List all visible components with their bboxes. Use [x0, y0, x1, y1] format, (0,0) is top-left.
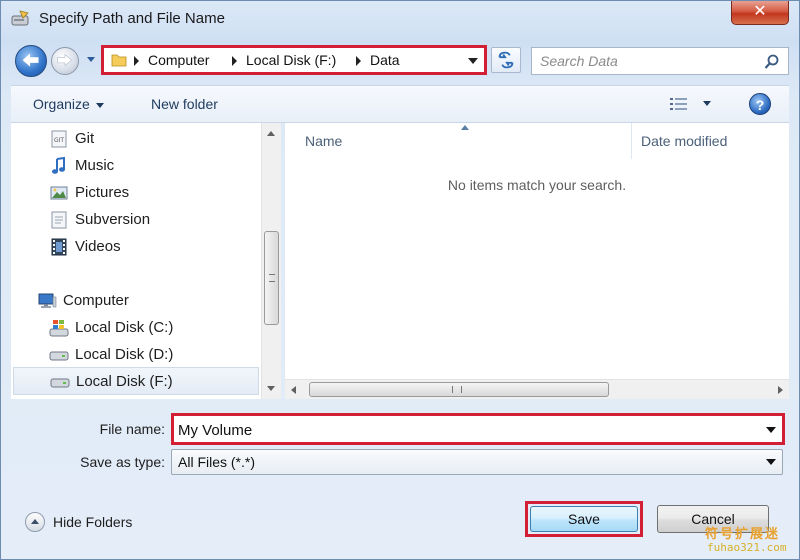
- windows-drive-icon: [49, 320, 69, 337]
- scroll-down-icon[interactable]: [267, 386, 275, 391]
- nav-item-label: Local Disk (D:): [75, 346, 174, 363]
- breadcrumb-separator-icon[interactable]: [232, 56, 237, 66]
- window-title: Specify Path and File Name: [39, 10, 225, 27]
- column-header-label: Date modified: [641, 133, 728, 149]
- save-button[interactable]: Save: [530, 506, 638, 532]
- refresh-icon: [498, 51, 514, 69]
- file-name-combobox[interactable]: [171, 413, 785, 445]
- chevron-down-icon[interactable]: [766, 427, 776, 433]
- nav-item-computer[interactable]: Computer: [37, 289, 247, 313]
- nav-item-label: Local Disk (C:): [75, 319, 174, 336]
- save-dialog-window: Specify Path and File Name ✕ Computer Lo…: [0, 0, 800, 560]
- command-toolbar: Organize New folder ?: [11, 85, 789, 123]
- search-input[interactable]: [540, 52, 760, 70]
- chevron-down-icon[interactable]: [766, 459, 776, 465]
- file-name-input[interactable]: [178, 420, 758, 440]
- breadcrumb-separator-icon[interactable]: [356, 56, 361, 66]
- search-icon[interactable]: [764, 54, 780, 70]
- recent-pages-dropdown-icon[interactable]: [85, 53, 97, 65]
- change-view-icon[interactable]: [669, 96, 689, 112]
- nav-item-label: Computer: [63, 292, 129, 309]
- close-button[interactable]: ✕: [731, 1, 789, 25]
- nav-item-git[interactable]: GIT Git: [49, 127, 249, 151]
- music-icon: [52, 156, 65, 174]
- scrollbar-thumb[interactable]: [309, 382, 609, 397]
- breadcrumb-separator-icon[interactable]: [134, 56, 139, 66]
- scroll-left-icon[interactable]: [291, 386, 296, 394]
- grip-icon: [452, 386, 462, 393]
- file-name-label: File name:: [99, 421, 165, 437]
- git-icon: GIT: [51, 130, 67, 148]
- breadcrumb-local-disk-f[interactable]: Local Disk (F:): [246, 52, 336, 68]
- nav-pane-vertical-scrollbar[interactable]: [261, 123, 281, 399]
- nav-item-local-disk-f[interactable]: Local Disk (F:): [13, 367, 259, 395]
- nav-item-label: Music: [75, 157, 115, 174]
- refresh-button[interactable]: [491, 47, 521, 73]
- nav-item-label: Videos: [75, 238, 121, 255]
- drive-icon: [50, 378, 70, 388]
- hide-folders-label: Hide Folders: [53, 514, 133, 530]
- save-button-highlight: Save: [525, 501, 643, 537]
- watermark-text-cn: 符号扩展迷: [705, 526, 781, 541]
- breadcrumb-computer[interactable]: Computer: [148, 52, 209, 68]
- sort-ascending-icon: [461, 125, 469, 130]
- nav-item-videos[interactable]: Videos: [49, 235, 249, 259]
- nav-item-subversion[interactable]: Subversion: [49, 208, 249, 232]
- forward-button[interactable]: [51, 47, 79, 75]
- grip-icon: [269, 274, 275, 282]
- column-header-label: Name: [305, 133, 343, 149]
- file-list-horizontal-scrollbar[interactable]: [285, 379, 789, 399]
- nav-item-label: Subversion: [75, 211, 151, 228]
- save-as-type-label: Save as type:: [80, 454, 165, 470]
- breadcrumb-data[interactable]: Data: [370, 52, 400, 68]
- pictures-icon: [50, 186, 68, 200]
- search-box[interactable]: [531, 47, 789, 75]
- new-folder-button[interactable]: New folder: [151, 96, 218, 112]
- nav-item-label: Pictures: [75, 184, 130, 201]
- watermark-logo: 符号扩展迷 fuhao321.com: [701, 521, 797, 557]
- view-options-dropdown-icon[interactable]: [703, 101, 711, 106]
- organize-button[interactable]: Organize: [33, 96, 104, 112]
- collapse-up-icon: [25, 512, 45, 532]
- scroll-up-icon[interactable]: [267, 131, 275, 136]
- organize-label: Organize: [33, 96, 90, 112]
- empty-list-message: No items match your search.: [447, 177, 627, 193]
- title-bar: Specify Path and File Name ✕: [1, 1, 799, 37]
- chevron-down-icon: [95, 102, 104, 108]
- back-button[interactable]: [15, 45, 47, 77]
- nav-item-local-disk-c[interactable]: Local Disk (C:): [49, 316, 249, 340]
- disk-write-icon: [11, 10, 29, 26]
- watermark-text-en: fuhao321.com: [707, 541, 787, 554]
- arrow-left-icon: [22, 53, 39, 67]
- scroll-right-icon[interactable]: [778, 386, 783, 394]
- nav-item-label: Local Disk (F:): [76, 373, 173, 390]
- folder-icon: [111, 54, 127, 67]
- arrow-right-icon: [57, 53, 72, 67]
- address-history-dropdown-icon[interactable]: [468, 58, 478, 64]
- computer-icon: [38, 293, 57, 308]
- subversion-icon: [51, 211, 67, 229]
- nav-item-label: Git: [75, 130, 95, 147]
- save-as-type-value: All Files (*.*): [178, 454, 256, 470]
- file-list-pane: Name Date modified No items match your s…: [285, 123, 789, 399]
- videos-icon: [51, 238, 67, 256]
- scrollbar-thumb[interactable]: [264, 231, 279, 325]
- save-as-type-select[interactable]: All Files (*.*): [171, 449, 783, 475]
- navigation-pane: GIT Git Music Pictures Subversion Videos…: [11, 123, 281, 399]
- nav-item-music[interactable]: Music: [49, 154, 249, 178]
- svg-text:GIT: GIT: [54, 137, 64, 144]
- nav-item-local-disk-d[interactable]: Local Disk (D:): [49, 343, 249, 367]
- drive-icon: [49, 351, 69, 361]
- address-bar[interactable]: Computer Local Disk (F:) Data: [101, 45, 487, 75]
- column-header-date-modified[interactable]: Date modified: [621, 123, 789, 159]
- column-header-name[interactable]: Name: [285, 123, 631, 159]
- help-icon[interactable]: ?: [749, 93, 771, 115]
- nav-item-pictures[interactable]: Pictures: [49, 181, 249, 205]
